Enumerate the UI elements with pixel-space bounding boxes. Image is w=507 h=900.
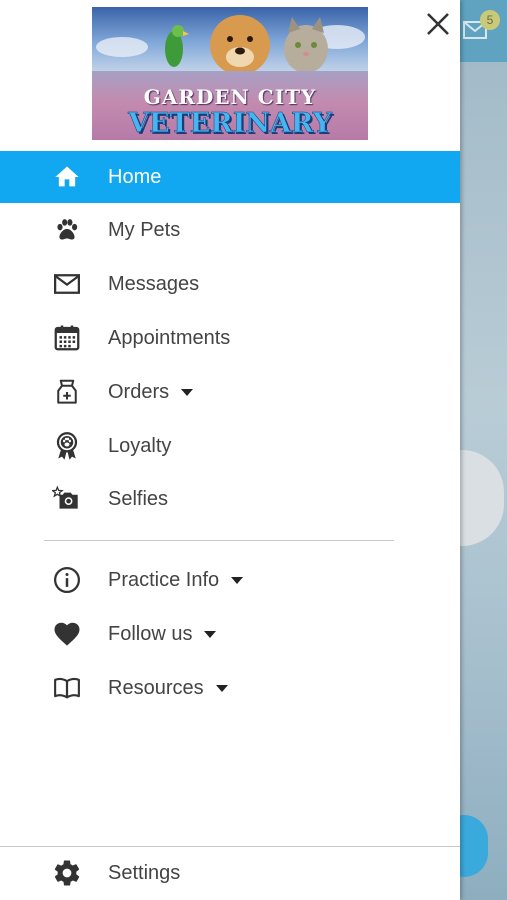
home-icon xyxy=(52,162,82,192)
menu-item-practice-info[interactable]: Practice Info xyxy=(0,554,460,606)
orders-label: Orders xyxy=(108,380,170,403)
menu-item-appointments[interactable]: Appointments xyxy=(0,312,460,364)
mail-icon xyxy=(52,269,82,299)
menu-item-selfies[interactable]: Selfies xyxy=(0,473,460,525)
info-icon xyxy=(52,565,82,595)
logo-line-1: GARDEN CITY xyxy=(143,85,317,109)
close-icon[interactable] xyxy=(424,10,452,38)
gear-icon xyxy=(52,858,82,888)
chevron-down-icon xyxy=(181,388,194,396)
camera-star-icon xyxy=(52,484,82,514)
menu-item-label: Orders xyxy=(108,380,194,404)
resources-label: Resources xyxy=(108,676,204,699)
menu-item-my-pets[interactable]: My Pets xyxy=(0,204,460,256)
menu-item-label: Settings xyxy=(108,861,181,884)
menu-item-label: Loyalty xyxy=(108,434,172,457)
menu-item-label: Home xyxy=(108,165,162,188)
menu-item-orders[interactable]: Orders xyxy=(0,366,460,418)
chevron-down-icon xyxy=(215,684,228,692)
menu-item-label: Follow us xyxy=(108,622,217,646)
navigation-drawer: GARDEN CITY VETERINARY CLINIC Home My Pe… xyxy=(0,0,460,900)
menu-item-label: Messages xyxy=(108,272,200,295)
menu-item-home[interactable]: Home xyxy=(0,151,460,203)
menu-item-label: Practice Info xyxy=(108,568,244,592)
calendar-icon xyxy=(52,323,82,353)
menu-divider xyxy=(44,540,394,541)
menu-item-settings[interactable]: Settings xyxy=(0,847,460,899)
menu-item-loyalty[interactable]: Loyalty xyxy=(0,420,460,472)
pet-food-bag-icon xyxy=(52,377,82,407)
menu-item-resources[interactable]: Resources xyxy=(0,662,460,714)
paw-icon xyxy=(52,215,82,245)
menu-item-label: Selfies xyxy=(108,487,169,510)
award-ribbon-icon xyxy=(52,431,82,461)
heart-icon xyxy=(52,619,82,649)
chevron-down-icon xyxy=(231,576,244,584)
clinic-logo: GARDEN CITY VETERINARY CLINIC xyxy=(92,7,368,140)
menu-item-label: Resources xyxy=(108,677,228,700)
background-mail-badge: 5 xyxy=(480,10,500,30)
menu-item-messages[interactable]: Messages xyxy=(0,258,460,310)
logo-line-2: VETERINARY CLINIC xyxy=(128,108,332,140)
practice-info-label: Practice Info xyxy=(108,568,220,591)
menu-item-label: My Pets xyxy=(108,218,181,241)
menu-item-follow-us[interactable]: Follow us xyxy=(0,608,460,660)
chevron-down-icon xyxy=(204,630,217,638)
book-icon xyxy=(52,673,82,703)
menu-item-label: Appointments xyxy=(108,326,231,349)
follow-us-label: Follow us xyxy=(108,622,193,645)
